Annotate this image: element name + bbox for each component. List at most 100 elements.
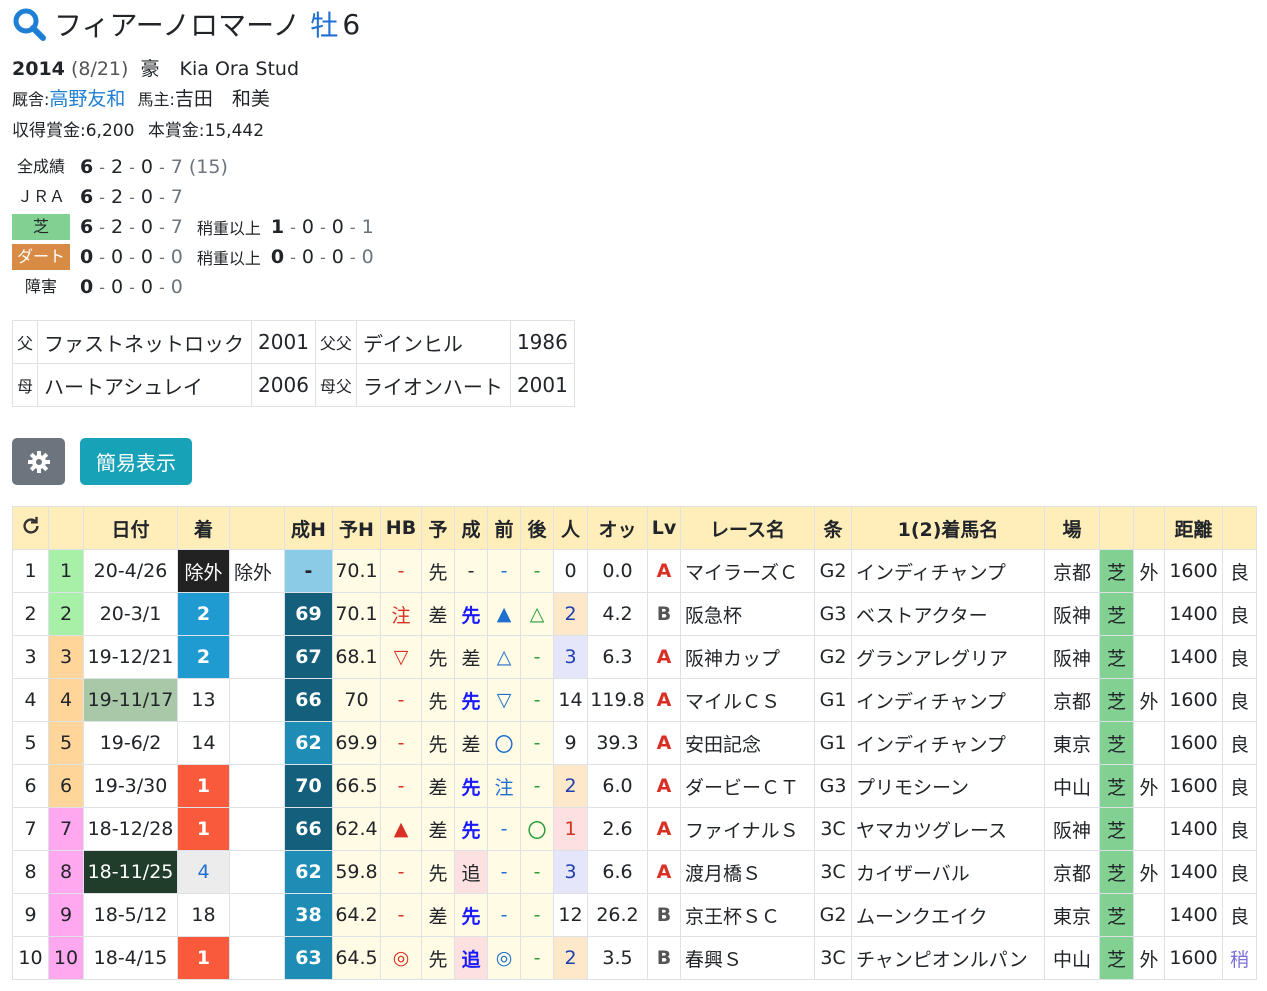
- record-count: 0: [170, 246, 183, 268]
- race-date: 19-3/30: [83, 764, 178, 808]
- record-label: 全成績: [16, 157, 65, 176]
- winner-name[interactable]: インディチャンプ: [851, 678, 1045, 722]
- search-icon[interactable]: [12, 7, 46, 41]
- record-count: 0: [111, 276, 124, 298]
- settings-button[interactable]: [12, 438, 65, 485]
- dam-sire-year: 2001: [509, 363, 575, 407]
- table-row[interactable]: 8 8 18-11/25 4 62 59.8- 先追 - -3 6.6 A 渡月橋Ｓ 3C カイザーバル京…: [12, 850, 1263, 894]
- row-number: 8: [12, 850, 49, 894]
- track-condition: 良: [1222, 721, 1257, 765]
- table-row[interactable]: 1 1 20-4/26 除外 除外 -70.1- 先 - - -0 0.0 A マイラーズＣ G2 インディ…: [12, 549, 1263, 593]
- race-name[interactable]: 安田記念: [680, 721, 815, 765]
- hb-mark: ◎: [380, 936, 422, 980]
- race-date: 20-3/1: [83, 592, 178, 636]
- record-count: 7: [170, 216, 183, 238]
- actual-style: 差: [454, 635, 488, 679]
- record-separator: -: [349, 247, 356, 267]
- race-grade: G2: [814, 549, 852, 593]
- race-grade: 3C: [814, 850, 852, 894]
- winner-name[interactable]: チャンピオンルパン: [851, 936, 1045, 980]
- column-header: 予H: [332, 506, 381, 550]
- finish-note: [229, 592, 285, 636]
- dam-sire-label: 母父: [314, 363, 357, 407]
- winner-name[interactable]: プリモシーン: [851, 764, 1045, 808]
- performance-index: 66: [284, 678, 333, 722]
- table-row[interactable]: 3 3 19-12/21 2 67 68.1 ▽ 先差 △ -3 6.3 A 阪神カップ G2 グランアレグ…: [12, 635, 1263, 679]
- track-condition: 良: [1222, 893, 1257, 937]
- winner-name[interactable]: グランアレグリア: [851, 635, 1045, 679]
- owner-label: 馬主:: [137, 90, 175, 109]
- predicted-style: 先: [421, 850, 455, 894]
- record-count: 7: [170, 186, 183, 208]
- dam-year: 2006: [251, 363, 316, 407]
- race-name[interactable]: 阪急杯: [680, 592, 815, 636]
- finish-position: 2: [177, 592, 230, 636]
- winner-name[interactable]: ムーンクエイク: [851, 893, 1045, 937]
- record-row: ＪＲＡ 6-2-0-7: [12, 184, 183, 210]
- race-name[interactable]: マイルＣＳ: [680, 678, 815, 722]
- surface: 芝: [1099, 592, 1134, 636]
- distance: 1600: [1164, 764, 1223, 808]
- table-row[interactable]: 10 10 18-4/15 1 63 64.5 ◎ 先追 ◎ -2 3.5 B 春興Ｓ 3C チャンピオンル…: [12, 936, 1263, 980]
- record-count: 2: [111, 186, 124, 208]
- finish-note: [229, 936, 285, 980]
- predicted-index: 70: [332, 678, 381, 722]
- finish-note: [229, 635, 285, 679]
- winner-name[interactable]: ヤマカツグレース: [851, 807, 1045, 851]
- distance: 1600: [1164, 936, 1223, 980]
- row-number: 3: [12, 635, 49, 679]
- winner-name[interactable]: カイザーバル: [851, 850, 1045, 894]
- record-row: 全成績 6-2-0-7 (15): [12, 154, 228, 180]
- row-edge: [1257, 937, 1263, 980]
- refresh-header[interactable]: [12, 506, 49, 550]
- back-mark: -: [520, 936, 554, 980]
- back-mark: -: [520, 549, 554, 593]
- table-row[interactable]: 9 9 18-5/12 18 38 64.2- 差先 - -12 26.2 B 京王杯ＳＣ G2 ムーンク…: [12, 893, 1263, 937]
- record-count: 0: [140, 216, 153, 238]
- race-name[interactable]: マイラーズＣ: [680, 549, 815, 593]
- record-count: 0: [170, 276, 183, 298]
- table-row[interactable]: 4 4 19-11/17 13 66 70- 先先 ▽ -14 119.8 A マイルＣＳ G1 インディ…: [12, 678, 1263, 722]
- race-name[interactable]: 京王杯ＳＣ: [680, 893, 815, 937]
- trainer-link[interactable]: 高野友和: [49, 88, 125, 110]
- column-header: [229, 506, 285, 550]
- surface: 芝: [1099, 678, 1134, 722]
- race-name[interactable]: 渡月橋Ｓ: [680, 850, 815, 894]
- predicted-style: 先: [421, 721, 455, 765]
- predicted-style: 差: [421, 592, 455, 636]
- column-header: [1133, 506, 1165, 550]
- race-level: B: [647, 592, 681, 636]
- race-date: 18-12/28: [83, 807, 178, 851]
- race-name[interactable]: ダービーＣＴ: [680, 764, 815, 808]
- race-date: 19-6/2: [83, 721, 178, 765]
- race-date: 18-5/12: [83, 893, 178, 937]
- distance: 1400: [1164, 850, 1223, 894]
- row-number: 4: [12, 678, 49, 722]
- simple-view-button[interactable]: 簡易表示: [80, 438, 192, 485]
- table-row[interactable]: 2 2 20-3/1 2 69 70.1 注差先 ▲ △ 2 4.2 B 阪急杯 G3 ベストアクター 阪神芝…: [12, 592, 1263, 636]
- record-sub-label: 稍重以上: [196, 249, 261, 268]
- back-mark: -: [520, 678, 554, 722]
- race-name[interactable]: ファイナルＳ: [680, 807, 815, 851]
- hb-mark: -: [380, 764, 422, 808]
- table-row[interactable]: 7 7 18-12/28 1 66 62.4 ▲ 差先 - 〇 1 2.6 A ファイナルＳ 3C ヤマカツグ…: [12, 807, 1263, 851]
- table-row[interactable]: 6 6 19-3/30 1 70 66.5- 差先注 -2 6.0 A ダービーＣＴ G3 プリモシーン…: [12, 764, 1263, 808]
- winner-name[interactable]: ベストアクター: [851, 592, 1045, 636]
- finish-position: 14: [177, 721, 230, 765]
- winner-name[interactable]: インディチャンプ: [851, 721, 1045, 765]
- race-grade: G2: [814, 635, 852, 679]
- refresh-icon[interactable]: [20, 515, 42, 537]
- record-sub-count: 0: [331, 246, 344, 268]
- horse-age: 6: [342, 7, 361, 41]
- race-name[interactable]: 阪神カップ: [680, 635, 815, 679]
- winner-name[interactable]: インディチャンプ: [851, 549, 1045, 593]
- row-number: 6: [12, 764, 49, 808]
- pedigree-row-sire: 父 ファストネットロック 2001 父父 デインヒル 1986: [11, 320, 575, 364]
- column-header: 距離: [1164, 506, 1223, 550]
- table-row[interactable]: 5 5 19-6/2 14 62 69.9- 先差〇 -9 39.3 A 安田記念 G1 インディチャン…: [12, 721, 1263, 765]
- record-count: 6: [80, 216, 94, 238]
- record-count: 0: [140, 246, 153, 268]
- front-mark: -: [487, 850, 521, 894]
- row-edge: [1257, 851, 1263, 894]
- race-name[interactable]: 春興Ｓ: [680, 936, 815, 980]
